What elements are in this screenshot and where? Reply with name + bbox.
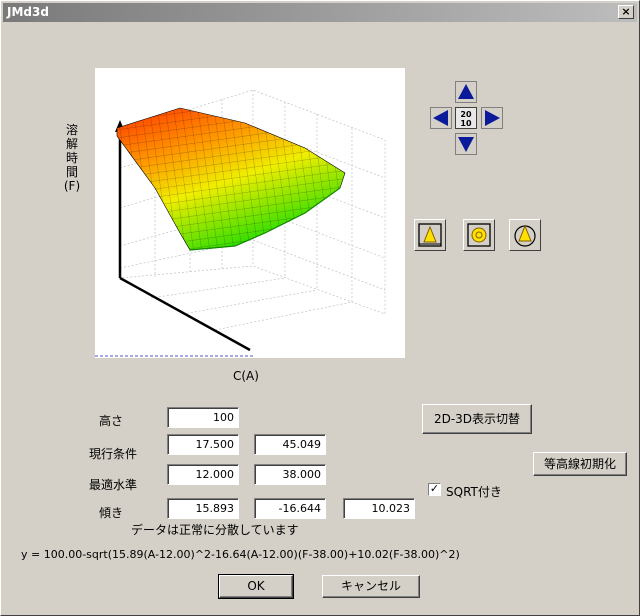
- current-a-field[interactable]: 17.500: [167, 434, 239, 455]
- dialog-window: JMd3d × 溶 解 時 間 (F) C(A) 20 10 高さ 100 現行…: [0, 0, 640, 616]
- cancel-button[interactable]: キャンセル: [322, 575, 420, 598]
- x-axis-label: C(A): [233, 369, 259, 383]
- optimal-f-field[interactable]: 38.000: [254, 464, 326, 485]
- height-label: 高さ: [99, 414, 124, 428]
- optimal-label: 最適水準: [89, 478, 138, 492]
- surface-plot-svg: [95, 89, 386, 357]
- sqrt-checkbox-label: SQRT付き: [446, 485, 502, 499]
- ok-button[interactable]: OK: [218, 574, 294, 599]
- rotate-view-button[interactable]: [509, 219, 541, 251]
- title-bar[interactable]: JMd3d ×: [3, 3, 637, 22]
- sqrt-checkbox[interactable]: ✓: [428, 483, 441, 496]
- front-view-button[interactable]: [414, 219, 446, 251]
- current-f-field[interactable]: 45.049: [254, 434, 326, 455]
- slope-f-field[interactable]: 10.023: [343, 498, 415, 519]
- slope-a-field[interactable]: 15.893: [167, 498, 239, 519]
- front-view-icon: [418, 223, 442, 247]
- svg-text:10: 10: [460, 119, 472, 128]
- distribution-status: データは正常に分散しています: [131, 523, 299, 537]
- regression-formula: y = 100.00-sqrt(15.89(A-12.00)^2-16.64(A…: [21, 548, 460, 561]
- top-view-button[interactable]: [463, 219, 495, 251]
- window-title: JMd3d: [7, 5, 49, 19]
- height-field[interactable]: 100: [167, 407, 239, 428]
- top-view-icon: [467, 223, 491, 247]
- toggle-2d-3d-button[interactable]: 2D-3D表示切替: [422, 404, 532, 434]
- rotation-nav-pad: 20 10: [428, 81, 506, 156]
- arrow-down-icon[interactable]: [455, 133, 477, 155]
- current-label: 現行条件: [89, 447, 138, 461]
- z-axis-label: 溶 解 時 間 (F): [63, 123, 81, 193]
- arrow-left-icon[interactable]: [430, 107, 452, 129]
- arrow-right-icon[interactable]: [481, 107, 503, 129]
- arrow-up-icon[interactable]: [455, 81, 477, 103]
- slope-label: 傾き: [99, 506, 124, 520]
- optimal-a-field[interactable]: 12.000: [167, 464, 239, 485]
- contour-reset-button[interactable]: 等高線初期化: [533, 452, 627, 476]
- slope-af-field[interactable]: -16.644: [254, 498, 326, 519]
- close-button[interactable]: ×: [618, 5, 634, 19]
- zero-reset-icon[interactable]: 20 10: [455, 107, 477, 129]
- rotate-view-icon: [514, 224, 536, 247]
- surface-plot[interactable]: [95, 68, 405, 358]
- svg-text:20: 20: [460, 110, 472, 119]
